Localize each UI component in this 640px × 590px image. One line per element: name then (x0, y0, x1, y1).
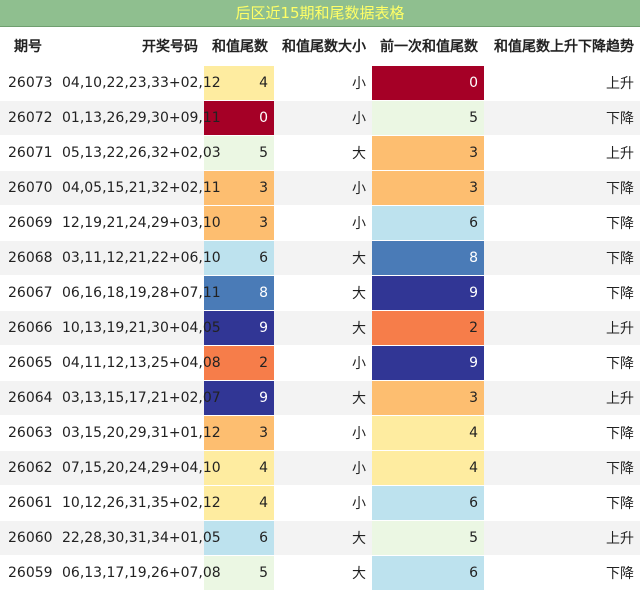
header-prev-tail[interactable]: 前一次和值尾数 (372, 27, 484, 66)
issue-cell: 26068 (0, 241, 56, 276)
trend-cell: 下降 (484, 416, 640, 451)
size-cell: 大 (274, 241, 372, 276)
table-row: 2606610,13,19,21,30+04,059大2上升 (0, 311, 640, 346)
numbers-cell: 03,13,15,17,21+02,07 (56, 381, 204, 416)
prev-tail-cell: 6 (372, 206, 484, 241)
trend-cell: 下降 (484, 346, 640, 381)
prev-tail-cell: 4 (372, 416, 484, 451)
prev-tail-cell: 0 (372, 66, 484, 101)
issue-cell: 26064 (0, 381, 56, 416)
issue-cell: 26065 (0, 346, 56, 381)
size-cell: 小 (274, 486, 372, 521)
size-cell: 小 (274, 451, 372, 486)
size-cell: 小 (274, 101, 372, 136)
table-row: 2606706,16,18,19,28+07,118大9下降 (0, 276, 640, 311)
header-issue[interactable]: 期号 (0, 27, 56, 66)
numbers-cell: 01,13,26,29,30+09,11 (56, 101, 204, 136)
data-table: 期号 开奖号码 和值尾数 和值尾数大小 前一次和值尾数 和值尾数上升下降趋势 2… (0, 27, 640, 590)
table-row: 2607004,05,15,21,32+02,113小3下降 (0, 171, 640, 206)
size-cell: 小 (274, 346, 372, 381)
trend-cell: 上升 (484, 136, 640, 171)
numbers-cell: 05,13,22,26,32+02,03 (56, 136, 204, 171)
prev-tail-cell: 6 (372, 486, 484, 521)
table-row: 2606022,28,30,31,34+01,056大5上升 (0, 521, 640, 556)
trend-cell: 下降 (484, 486, 640, 521)
trend-cell: 上升 (484, 381, 640, 416)
prev-tail-cell: 9 (372, 346, 484, 381)
size-cell: 小 (274, 66, 372, 101)
trend-cell: 上升 (484, 311, 640, 346)
trend-cell: 下降 (484, 101, 640, 136)
numbers-cell: 12,19,21,24,29+03,10 (56, 206, 204, 241)
table-row: 2606403,13,15,17,21+02,079大3上升 (0, 381, 640, 416)
table-row: 2606504,11,12,13,25+04,082小9下降 (0, 346, 640, 381)
issue-cell: 26060 (0, 521, 56, 556)
size-cell: 大 (274, 521, 372, 556)
table-row: 2606803,11,12,21,22+06,106大8下降 (0, 241, 640, 276)
size-cell: 大 (274, 276, 372, 311)
prev-tail-cell: 2 (372, 311, 484, 346)
header-numbers[interactable]: 开奖号码 (56, 27, 204, 66)
table-row: 2607304,10,22,23,33+02,124小0上升 (0, 66, 640, 101)
prev-tail-cell: 8 (372, 241, 484, 276)
header-trend[interactable]: 和值尾数上升下降趋势 (484, 27, 640, 66)
numbers-cell: 04,11,12,13,25+04,08 (56, 346, 204, 381)
trend-cell: 上升 (484, 66, 640, 101)
trend-cell: 下降 (484, 276, 640, 311)
table-row: 2606207,15,20,24,29+04,104小4下降 (0, 451, 640, 486)
size-cell: 大 (274, 136, 372, 171)
numbers-cell: 22,28,30,31,34+01,05 (56, 521, 204, 556)
issue-cell: 26062 (0, 451, 56, 486)
numbers-cell: 07,15,20,24,29+04,10 (56, 451, 204, 486)
issue-cell: 26063 (0, 416, 56, 451)
prev-tail-cell: 5 (372, 521, 484, 556)
numbers-cell: 06,16,18,19,28+07,11 (56, 276, 204, 311)
issue-cell: 26070 (0, 171, 56, 206)
prev-tail-cell: 4 (372, 451, 484, 486)
header-size[interactable]: 和值尾数大小 (274, 27, 372, 66)
issue-cell: 26071 (0, 136, 56, 171)
size-cell: 小 (274, 171, 372, 206)
issue-cell: 26061 (0, 486, 56, 521)
table-row: 2606912,19,21,24,29+03,103小6下降 (0, 206, 640, 241)
issue-cell: 26072 (0, 101, 56, 136)
numbers-cell: 10,13,19,21,30+04,05 (56, 311, 204, 346)
trend-cell: 下降 (484, 451, 640, 486)
table-row: 2606303,15,20,29,31+01,123小4下降 (0, 416, 640, 451)
prev-tail-cell: 9 (372, 276, 484, 311)
prev-tail-cell: 3 (372, 171, 484, 206)
table-row: 2607105,13,22,26,32+02,035大3上升 (0, 136, 640, 171)
table-row: 2606110,12,26,31,35+02,124小6下降 (0, 486, 640, 521)
numbers-cell: 04,10,22,23,33+02,12 (56, 66, 204, 101)
table-row: 2607201,13,26,29,30+09,110小5下降 (0, 101, 640, 136)
trend-cell: 下降 (484, 241, 640, 276)
trend-cell: 下降 (484, 171, 640, 206)
table-title: 后区近15期和尾数据表格 (0, 0, 640, 27)
prev-tail-cell: 3 (372, 136, 484, 171)
trend-cell: 上升 (484, 521, 640, 556)
trend-cell: 下降 (484, 206, 640, 241)
numbers-cell: 10,12,26,31,35+02,12 (56, 486, 204, 521)
prev-tail-cell: 5 (372, 101, 484, 136)
issue-cell: 26073 (0, 66, 56, 101)
issue-cell: 26069 (0, 206, 56, 241)
issue-cell: 26067 (0, 276, 56, 311)
header-row: 期号 开奖号码 和值尾数 和值尾数大小 前一次和值尾数 和值尾数上升下降趋势 (0, 27, 640, 66)
numbers-cell: 03,15,20,29,31+01,12 (56, 416, 204, 451)
size-cell: 大 (274, 381, 372, 416)
prev-tail-cell: 3 (372, 381, 484, 416)
issue-cell: 26066 (0, 311, 56, 346)
numbers-cell: 04,05,15,21,32+02,11 (56, 171, 204, 206)
header-tail[interactable]: 和值尾数 (204, 27, 274, 66)
numbers-cell: 03,11,12,21,22+06,10 (56, 241, 204, 276)
size-cell: 小 (274, 416, 372, 451)
size-cell: 小 (274, 206, 372, 241)
size-cell: 大 (274, 311, 372, 346)
